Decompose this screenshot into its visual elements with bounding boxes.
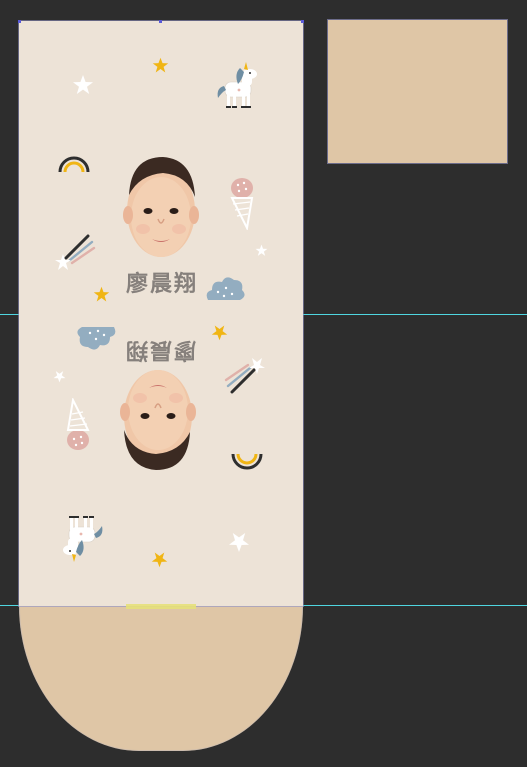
star-icon: [53, 371, 66, 383]
glue-strip: [126, 604, 196, 609]
ice-cream-icon: [230, 178, 254, 230]
rainbow-icon: [231, 453, 263, 470]
envelope-flap: [19, 606, 303, 751]
star-icon: [152, 57, 169, 73]
name-label: 廖晨翔: [126, 272, 199, 297]
star-icon: [93, 286, 110, 302]
color-swatch-artboard[interactable]: [328, 20, 507, 163]
rainbow-icon: [58, 156, 90, 173]
baby-face-photo: [120, 370, 196, 470]
anchor-point[interactable]: [301, 20, 304, 23]
unicorn-icon: [63, 516, 103, 562]
name-label-flipped: 廖晨翔: [124, 337, 197, 362]
anchor-point[interactable]: [159, 20, 162, 23]
star-icon: [151, 552, 168, 568]
baby-face-photo: [123, 157, 199, 257]
shooting-star-icon: [224, 358, 265, 394]
design-canvas[interactable]: 廖晨翔 廖晨翔: [0, 0, 527, 767]
star-icon: [255, 244, 268, 256]
star-icon: [211, 325, 228, 341]
ice-cream-icon: [66, 398, 90, 450]
shooting-star-icon: [55, 234, 96, 270]
star-icon: [73, 75, 93, 94]
star-icon: [229, 533, 249, 552]
anchor-point[interactable]: [18, 20, 21, 23]
cloud-icon: [77, 327, 116, 350]
cloud-icon: [206, 277, 245, 300]
unicorn-icon: [217, 62, 257, 108]
